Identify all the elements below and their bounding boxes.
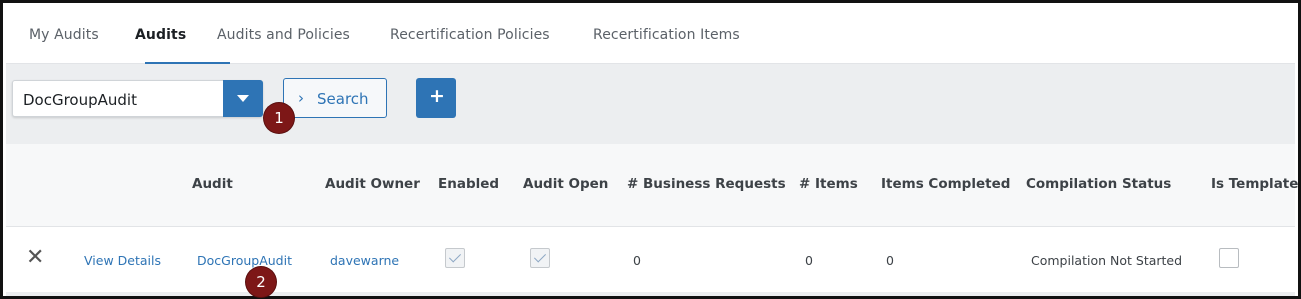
annotation-marker-2: 2 [246, 267, 276, 297]
column-header-audit[interactable]: Audit [192, 176, 233, 192]
column-header-items[interactable]: # Items [799, 176, 858, 192]
tab-recertification-policies[interactable]: Recertification Policies [390, 27, 550, 43]
table-row: ✕ View Details DocGroupAudit davewarne 0… [6, 227, 1295, 292]
toolbar: DocGroupAudit › Search + [6, 64, 1295, 144]
tab-my-audits[interactable]: My Audits [29, 27, 99, 43]
audit-name-link[interactable]: DocGroupAudit [197, 253, 292, 268]
enabled-checkbox[interactable] [445, 248, 465, 268]
column-header-is-template[interactable]: Is Template [1211, 176, 1298, 192]
tab-audits[interactable]: Audits [135, 27, 186, 43]
column-header-audit-owner[interactable]: Audit Owner [325, 176, 420, 192]
annotation-marker-1: 1 [264, 103, 294, 133]
app-frame: My Audits Audits Audits and Policies Rec… [0, 0, 1301, 299]
tab-audits-and-policies[interactable]: Audits and Policies [217, 27, 350, 43]
column-header-business-requests[interactable]: # Business Requests [627, 176, 786, 192]
search-button-label: Search [317, 90, 369, 108]
audit-open-checkbox[interactable] [530, 248, 550, 268]
table-header: Audit Audit Owner Enabled Audit Open # B… [6, 144, 1298, 227]
view-details-link[interactable]: View Details [84, 253, 161, 268]
chevron-right-icon: › [298, 89, 304, 107]
column-header-items-completed[interactable]: Items Completed [881, 176, 1010, 192]
column-header-compilation-status[interactable]: Compilation Status [1026, 176, 1171, 192]
dropdown-selected-value: DocGroupAudit [23, 91, 137, 109]
is-template-checkbox[interactable] [1219, 248, 1239, 268]
add-button[interactable]: + [416, 78, 456, 118]
search-button[interactable]: › Search [283, 78, 387, 118]
tab-bar: My Audits Audits Audits and Policies Rec… [6, 6, 1295, 64]
audit-owner-link[interactable]: davewarne [330, 253, 399, 268]
column-header-enabled[interactable]: Enabled [438, 176, 499, 192]
audit-select-dropdown[interactable]: DocGroupAudit [12, 80, 263, 117]
remove-row-icon[interactable]: ✕ [26, 247, 44, 269]
business-requests-value: 0 [633, 253, 641, 268]
caret-down-icon [237, 95, 249, 102]
table-footer-strip [6, 292, 1295, 296]
plus-icon: + [429, 85, 445, 107]
items-completed-value: 0 [886, 253, 894, 268]
items-value: 0 [805, 253, 813, 268]
column-header-audit-open[interactable]: Audit Open [523, 176, 608, 192]
compilation-status-value: Compilation Not Started [1031, 253, 1183, 268]
dropdown-toggle-button[interactable] [223, 80, 263, 117]
tab-recertification-items[interactable]: Recertification Items [593, 27, 740, 43]
